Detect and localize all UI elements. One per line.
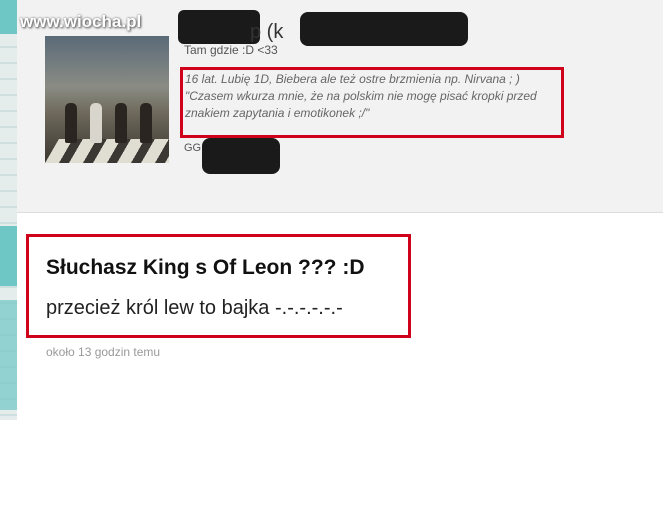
redaction-mark bbox=[178, 10, 260, 44]
sidebar-accent bbox=[0, 226, 17, 286]
comment-body: przecież król lew to bajka -.-.-.-.-.- bbox=[46, 297, 343, 319]
sidebar-accent bbox=[0, 0, 17, 34]
comment-timestamp[interactable]: około 13 godzin temu bbox=[46, 345, 160, 359]
profile-bio: 16 lat. Lubię 1D, Biebera ale też ostre … bbox=[185, 72, 537, 120]
photo-figure bbox=[115, 103, 127, 143]
sidebar-accent bbox=[0, 300, 17, 410]
photo-figure bbox=[65, 103, 77, 143]
site-watermark: www.wiocha.pl bbox=[20, 12, 142, 31]
sidebar-strip bbox=[0, 0, 17, 420]
profile-photo[interactable] bbox=[45, 36, 169, 163]
photo-figure bbox=[140, 103, 152, 143]
photo-figure bbox=[90, 103, 102, 143]
comment-highlight-box bbox=[26, 234, 411, 338]
redaction-mark bbox=[300, 12, 468, 46]
profile-location: Tam gdzie :D <33 bbox=[184, 43, 278, 57]
profile-name[interactable]: p (k bbox=[250, 21, 283, 44]
redaction-mark bbox=[202, 138, 280, 174]
comment-title: Słuchasz King s Of Leon ??? :D bbox=[46, 256, 365, 279]
